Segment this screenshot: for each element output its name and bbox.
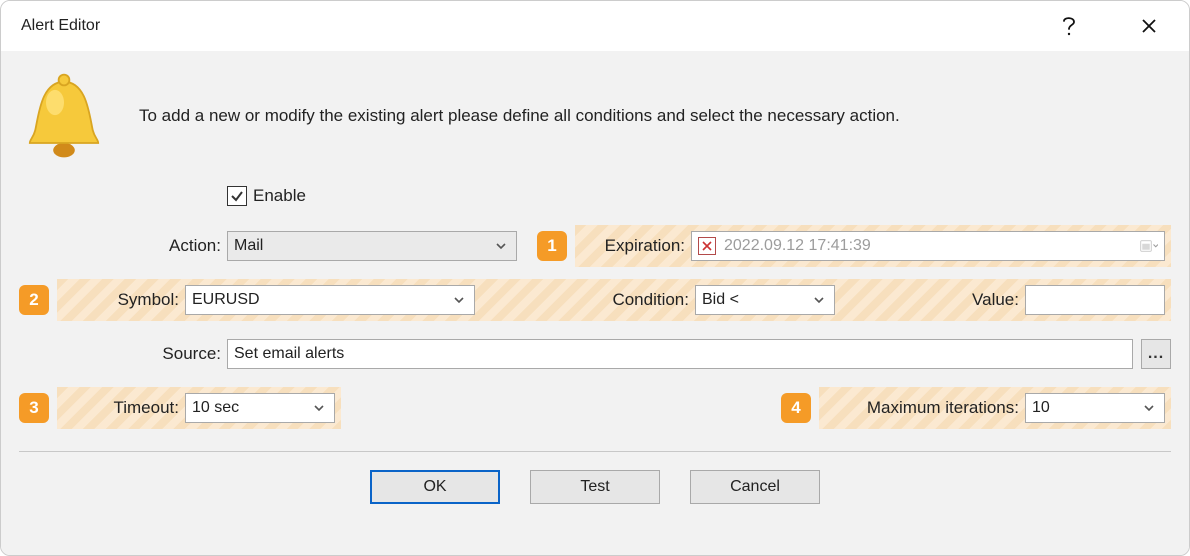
condition-label: Condition: <box>585 290 695 310</box>
badge-3: 3 <box>19 393 49 423</box>
action-label: Action: <box>57 236 227 256</box>
condition-value: Bid < <box>702 291 810 309</box>
test-button[interactable]: Test <box>530 470 660 504</box>
timeout-value: 10 sec <box>192 399 310 417</box>
source-field[interactable]: Set email alerts <box>227 339 1133 369</box>
clear-date-icon[interactable] <box>698 237 716 255</box>
badge-1: 1 <box>537 231 567 261</box>
intro-text: To add a new or modify the existing aler… <box>139 106 900 126</box>
action-value: Mail <box>234 237 492 255</box>
symbol-value: EURUSD <box>192 291 450 309</box>
symbol-label: Symbol: <box>63 290 185 310</box>
alert-editor-window: Alert Editor To add a new or modify the … <box>0 0 1190 556</box>
chevron-down-icon <box>1140 399 1158 417</box>
chevron-down-icon <box>450 291 468 309</box>
source-label: Source: <box>57 344 227 364</box>
close-icon <box>1141 18 1157 34</box>
timeout-label: Timeout: <box>63 398 185 418</box>
expiration-value: 2022.09.12 17:41:39 <box>724 237 871 255</box>
maxiter-combo[interactable]: 10 <box>1025 393 1165 423</box>
check-icon <box>227 186 247 206</box>
bell-icon <box>19 71 109 161</box>
help-button[interactable] <box>1049 6 1089 46</box>
close-button[interactable] <box>1129 6 1169 46</box>
enable-checkbox[interactable]: Enable <box>227 186 306 206</box>
action-combo[interactable]: Mail <box>227 231 517 261</box>
enable-label: Enable <box>253 186 306 206</box>
window-title: Alert Editor <box>21 17 100 35</box>
badge-4: 4 <box>781 393 811 423</box>
browse-button[interactable]: ... <box>1141 339 1171 369</box>
chevron-down-icon <box>310 399 328 417</box>
source-value: Set email alerts <box>234 345 344 363</box>
chevron-down-icon <box>492 237 510 255</box>
expiration-field[interactable]: 2022.09.12 17:41:39 <box>691 231 1165 261</box>
chevron-down-icon <box>810 291 828 309</box>
maxiter-label: Maximum iterations: <box>825 398 1025 418</box>
symbol-combo[interactable]: EURUSD <box>185 285 475 315</box>
cancel-button[interactable]: Cancel <box>690 470 820 504</box>
value-field[interactable] <box>1025 285 1165 315</box>
badge-2: 2 <box>19 285 49 315</box>
titlebar: Alert Editor <box>1 1 1189 51</box>
timeout-combo[interactable]: 10 sec <box>185 393 335 423</box>
dialog-body: To add a new or modify the existing aler… <box>1 51 1189 555</box>
value-label: Value: <box>945 290 1025 310</box>
condition-combo[interactable]: Bid < <box>695 285 835 315</box>
expiration-label: Expiration: <box>581 236 691 256</box>
ok-button[interactable]: OK <box>370 470 500 504</box>
question-icon <box>1062 15 1076 37</box>
maxiter-value: 10 <box>1032 399 1140 417</box>
separator <box>19 451 1171 452</box>
calendar-dropdown-icon[interactable] <box>1140 237 1158 255</box>
